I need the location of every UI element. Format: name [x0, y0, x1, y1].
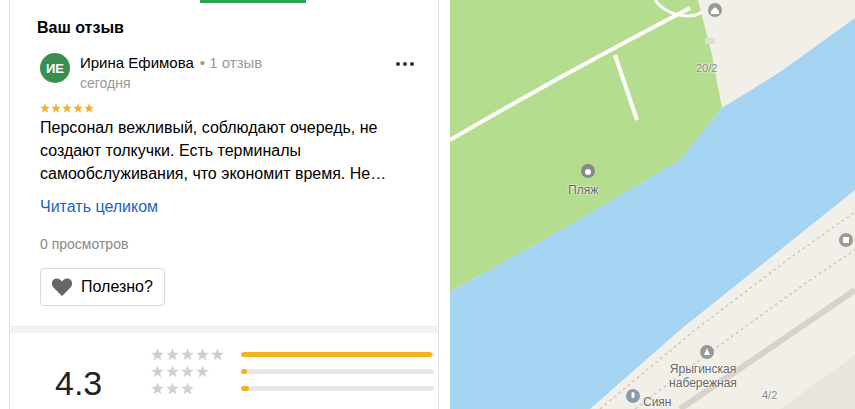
star-icon: [84, 103, 94, 113]
map-label[interactable]: 20/2: [696, 61, 717, 75]
star-icon: [181, 382, 194, 395]
mic-icon: [625, 388, 641, 404]
star-icon: [151, 348, 164, 361]
helpful-button[interactable]: Полезно?: [40, 268, 165, 306]
row-stars: [151, 365, 229, 378]
museum-icon: [838, 232, 854, 248]
review-date: сегодня: [80, 74, 382, 93]
star-icon: [211, 348, 224, 361]
star-icon: [166, 365, 179, 378]
star-icon: [196, 365, 209, 378]
star-icon: [62, 103, 72, 113]
more-menu[interactable]: [392, 54, 418, 74]
star-icon: [166, 382, 179, 395]
star-icon: [181, 348, 194, 361]
name-line: Ирина Ефимова • 1 отзыв: [80, 53, 382, 73]
panel-title: Ваш отзыв: [10, 0, 438, 40]
house-icon: [707, 2, 723, 18]
review-text: Персонал вежливый, соблюдают очередь, не…: [40, 116, 422, 185]
landmark-icon: [699, 344, 715, 360]
author-name[interactable]: Ирина Ефимова: [80, 53, 194, 73]
review-panel: Ваш отзыв ИЕ Ирина Ефимова • 1 отзывсегодня…: [0, 0, 450, 409]
distribution-track: [241, 369, 434, 374]
read-more-link[interactable]: Читать целиком: [40, 197, 418, 217]
distribution-row[interactable]: [151, 383, 434, 394]
map-label[interactable]: 4/2: [762, 388, 777, 402]
map-label[interactable]: Ярыгинская набережная: [655, 362, 751, 390]
rating-summary: 4.3: [10, 333, 438, 401]
review: ИЕ Ирина Ефимова • 1 отзывсегодня Персонал …: [10, 40, 438, 306]
map-background: [450, 0, 855, 409]
map-label[interactable]: Сиян: [643, 395, 672, 409]
distribution-fill: [241, 386, 249, 391]
review-card: Ваш отзыв ИЕ Ирина Ефимова • 1 отзывсегодня…: [9, 0, 439, 409]
star-icon: [51, 103, 61, 113]
rating-value: 4.3: [55, 349, 115, 401]
map-label[interactable]: Пляж: [568, 183, 598, 197]
map[interactable]: Пляж 20/2 Ярыгинская набережная 4/2 Сиян: [450, 0, 855, 409]
avatar[interactable]: ИЕ: [40, 53, 70, 83]
tab-indicator: [200, 0, 306, 3]
distribution-row[interactable]: [151, 366, 434, 377]
more-icon: [395, 61, 415, 67]
star-icon: [196, 348, 209, 361]
distribution-row[interactable]: [151, 349, 434, 360]
review-stars: [40, 103, 418, 113]
star-icon: [40, 103, 50, 113]
row-stars: [151, 348, 229, 361]
author-row: ИЕ Ирина Ефимова • 1 отзывсегодня: [40, 52, 418, 93]
distribution-track: [241, 352, 434, 357]
author-meta: • 1 отзыв: [200, 53, 262, 73]
separator: [10, 326, 438, 333]
beach-icon: [580, 163, 596, 179]
star-icon: [151, 382, 164, 395]
author-info: Ирина Ефимова • 1 отзывсегодня: [80, 52, 382, 93]
star-icon: [181, 365, 194, 378]
distribution-track: [241, 386, 434, 391]
distribution-fill: [241, 352, 432, 357]
rating-distribution: [151, 349, 434, 401]
star-icon: [151, 365, 164, 378]
row-stars: [151, 382, 229, 395]
heart-icon: [51, 277, 73, 297]
distribution-fill: [241, 369, 247, 374]
views-count: 0 просмотров: [40, 235, 418, 253]
helpful-label: Полезно?: [81, 278, 153, 296]
star-icon: [73, 103, 83, 113]
star-icon: [166, 348, 179, 361]
